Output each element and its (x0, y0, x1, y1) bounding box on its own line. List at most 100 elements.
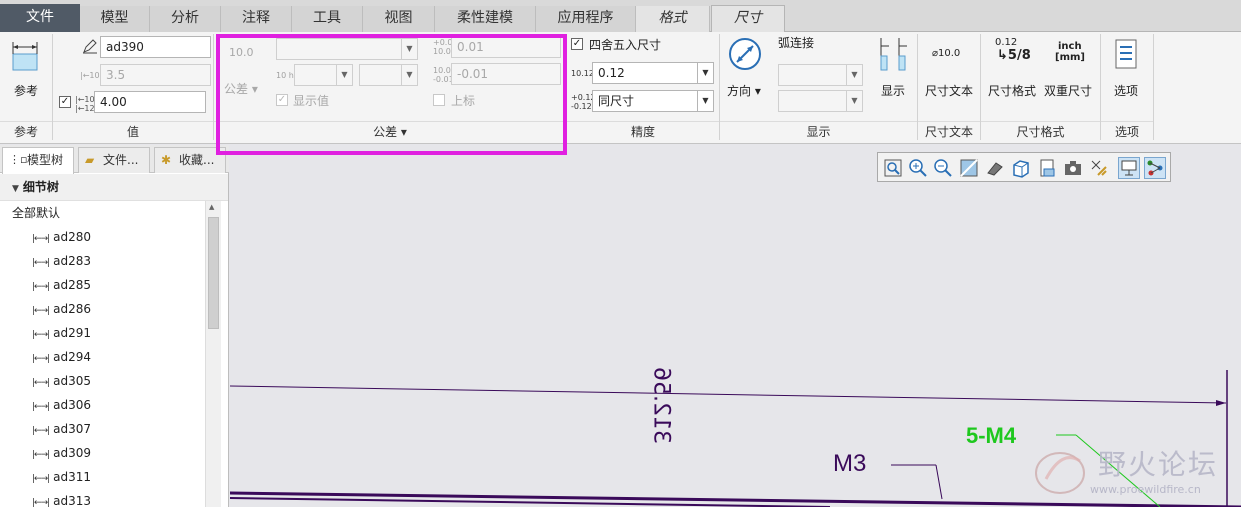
dimension-text-button[interactable]: ⌀10.0 尺寸文本 (922, 36, 976, 102)
tree-item-dimension[interactable]: |←→| ad311 (0, 465, 205, 489)
show-button[interactable]: 显示 (873, 36, 913, 102)
dimension-icon: |←→| (32, 330, 50, 340)
tree-item-dimension[interactable]: |←→| ad286 (0, 297, 205, 321)
group-label-dim-format: 尺寸格式 (981, 121, 1100, 141)
tree-item-dimension[interactable]: |←→| ad307 (0, 417, 205, 441)
refit-button[interactable] (882, 157, 904, 179)
dimension-text-icon: ⌀10.0 (932, 48, 961, 59)
scroll-up-arrow[interactable]: ▲ (209, 203, 214, 211)
group-label-dim-text: 尺寸文本 (918, 121, 980, 141)
tree-scrollbar[interactable]: ▲ (205, 201, 221, 507)
tree-item-label: ad283 (53, 254, 92, 268)
pan-zoom-button[interactable] (984, 157, 1006, 179)
tolerance-decimal-select[interactable]: 同尺寸 ▼ (592, 90, 714, 112)
tree-item-label: ad313 (53, 494, 92, 507)
tree-item-label: ad291 (53, 326, 92, 340)
datum-display-button[interactable] (1118, 157, 1140, 179)
override-value-field[interactable]: 4.00 (94, 91, 206, 113)
annotation-display-icon (1091, 160, 1107, 176)
zoom-out-icon (934, 159, 952, 177)
direction-icon (729, 38, 761, 70)
tree-item-dimension[interactable]: |←→| ad283 (0, 249, 205, 273)
dimension-icon: |←→| (32, 354, 50, 364)
arc-connection-select-2[interactable]: ▼ (778, 90, 863, 112)
dimension-icon: |←→| (32, 258, 50, 268)
tab-format[interactable]: 格式 (636, 6, 710, 32)
drawing-canvas[interactable]: 312.56 M3 5-M4 野火论坛 www.proewildfire.cn (230, 145, 1241, 507)
group-label-display: 显示 (720, 121, 917, 141)
dimension-icon: |←→| (32, 402, 50, 412)
tree-all-default[interactable]: 全部默认 (0, 201, 205, 225)
dual-dimension-button[interactable]: inch [mm] 双重尺寸 (1042, 36, 1096, 102)
label-5-m4[interactable]: 5-M4 (966, 423, 1016, 449)
tree-item-label: ad294 (53, 350, 92, 364)
zoom-in-button[interactable] (907, 157, 929, 179)
tab-file[interactable]: 文件 (0, 4, 80, 32)
direction-button[interactable]: 方向 ▾ (724, 36, 768, 102)
dimension-name-field[interactable]: ad390 (100, 36, 211, 58)
dimension-icon: |←→| (32, 234, 50, 244)
dimension-icon: |←→| (32, 474, 50, 484)
tree-item-dimension[interactable]: |←→| ad294 (0, 345, 205, 369)
round-dimension-checkbox[interactable]: ✓ (571, 38, 583, 50)
decimal-places-select[interactable]: 0.12 ▼ (592, 62, 714, 84)
arc-connection-select-1[interactable]: ▼ (778, 64, 863, 86)
show-dimension-icon (880, 38, 907, 71)
dimension-format-button[interactable]: 0.12 ↳5/8 尺寸格式 (985, 36, 1041, 102)
dimension-icon: |←→| (32, 426, 50, 436)
scrollbar-thumb[interactable] (208, 217, 219, 329)
navigator-tabs: ⋮▫ 模型树 ▰ 文件... ✱ 收藏... (0, 145, 229, 174)
sheet-view-button[interactable] (1036, 157, 1058, 179)
tab-model[interactable]: 模型 (80, 6, 150, 32)
reference-dimension-icon (12, 42, 38, 71)
tree-item-label: ad311 (53, 470, 92, 484)
zoom-fit-icon (884, 159, 902, 177)
tab-folder-browser[interactable]: ▰ 文件... (78, 147, 150, 173)
label-m3[interactable]: M3 (833, 450, 866, 478)
tab-analysis[interactable]: 分析 (150, 6, 221, 32)
repaint-button[interactable] (958, 157, 980, 179)
nominal-value-field[interactable]: 3.5 (100, 64, 211, 86)
watermark-title: 野火论坛 (1098, 448, 1219, 481)
tree-item-label: ad285 (53, 278, 92, 292)
annotation-display-button[interactable] (1088, 157, 1110, 179)
group-label-precision: 精度 (567, 121, 719, 141)
tree-item-label: ad280 (53, 230, 92, 244)
tab-applications[interactable]: 应用程序 (536, 6, 636, 32)
graphics-toolbar (877, 152, 1171, 182)
reference-button[interactable]: 参考 (6, 36, 46, 100)
dimension-value-312[interactable]: 312.56 (625, 355, 695, 455)
spin-center-button[interactable] (1144, 157, 1166, 179)
tree-item-dimension[interactable]: |←→| ad309 (0, 441, 205, 465)
tree-item-dimension[interactable]: |←→| ad313 (0, 489, 205, 507)
dual-inch-label: inch (1058, 41, 1082, 52)
snapshot-button[interactable] (1062, 157, 1084, 179)
tree-item-label: ad309 (53, 446, 92, 460)
reference-label: 参考 (14, 84, 39, 98)
tree-item-label: ad286 (53, 302, 92, 316)
detail-tree-header[interactable]: ▼ 细节树 (0, 174, 228, 200)
tab-model-tree[interactable]: ⋮▫ 模型树 (2, 147, 74, 174)
tree-item-dimension[interactable]: |←→| ad306 (0, 393, 205, 417)
tab-tools[interactable]: 工具 (292, 6, 363, 32)
options-list-icon (1115, 39, 1137, 69)
tab-view[interactable]: 视图 (363, 6, 435, 32)
dimension-icon: |←→| (32, 498, 50, 507)
dimension-icon: |←→| (32, 378, 50, 388)
tab-flexible-modeling[interactable]: 柔性建模 (435, 6, 536, 32)
tree-item-dimension[interactable]: |←→| ad280 (0, 225, 205, 249)
arc-connection-label: 弧连接 (778, 36, 815, 50)
override-value-checkbox[interactable]: ✓ (59, 96, 71, 108)
tab-annotate[interactable]: 注释 (221, 6, 292, 32)
navigator-panel: ⋮▫ 模型树 ▰ 文件... ✱ 收藏... ▼ 细节树 全部默认 |←→| ad2… (0, 145, 229, 507)
options-button[interactable]: 选项 (1106, 36, 1146, 102)
tab-dimension[interactable]: 尺寸 (711, 5, 785, 32)
tree-item-dimension[interactable]: |←→| ad305 (0, 369, 205, 393)
tree-item-dimension[interactable]: |←→| ad285 (0, 273, 205, 297)
zoom-out-button[interactable] (932, 157, 954, 179)
tree-item-label: ad306 (53, 398, 92, 412)
display-style-button[interactable] (1010, 157, 1032, 179)
tree-item-label: ad305 (53, 374, 92, 388)
tree-item-dimension[interactable]: |←→| ad291 (0, 321, 205, 345)
ribbon-tab-bar: 文件 模型 分析 注释 工具 视图 柔性建模 应用程序 格式 尺寸 (0, 0, 1241, 32)
